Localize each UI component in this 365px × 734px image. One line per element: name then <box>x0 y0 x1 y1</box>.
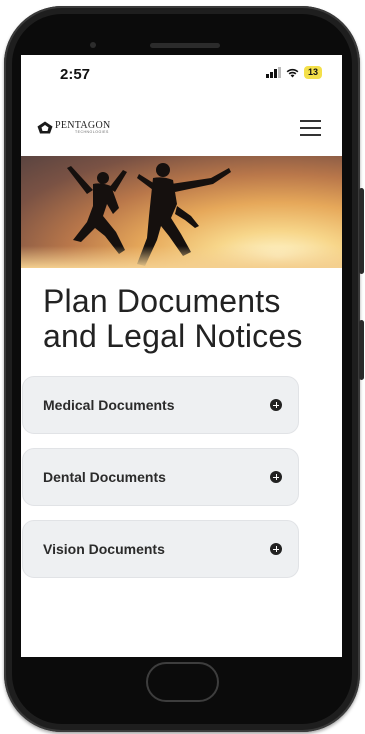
accordion-label: Dental Documents <box>43 469 166 485</box>
documents-accordion: Medical Documents Dental Documents Visio… <box>21 376 342 578</box>
logo-subtitle: TECHNOLOGIES <box>75 130 109 134</box>
hamburger-menu-icon[interactable] <box>300 120 321 136</box>
plus-circle-icon[interactable] <box>270 471 282 483</box>
power-button <box>359 320 364 380</box>
status-time: 2:57 <box>60 66 91 83</box>
accordion-label: Vision Documents <box>43 541 165 557</box>
site-header: PENTAGON TECHNOLOGIES <box>21 93 342 156</box>
accordion-medical-documents[interactable]: Medical Documents <box>22 376 299 434</box>
battery-indicator: 13 <box>303 66 322 79</box>
pentagon-house-icon <box>37 121 53 134</box>
volume-button <box>359 188 364 274</box>
page-title: Plan Documents and Legal Notices <box>43 283 303 354</box>
plus-circle-icon[interactable] <box>270 543 282 555</box>
accordion-label: Medical Documents <box>43 397 175 413</box>
home-button[interactable] <box>146 662 219 702</box>
accordion-dental-documents[interactable]: Dental Documents <box>22 448 299 506</box>
site-logo[interactable]: PENTAGON TECHNOLOGIES <box>37 121 111 135</box>
signal-icon <box>265 67 281 78</box>
status-icons: 13 <box>265 66 322 79</box>
main-content: Plan Documents and Legal Notices Medical… <box>21 268 342 578</box>
accordion-vision-documents[interactable]: Vision Documents <box>22 520 299 578</box>
hero-image <box>21 156 342 268</box>
plus-circle-icon[interactable] <box>270 399 282 411</box>
earpiece-speaker <box>150 43 220 48</box>
front-camera <box>90 42 96 48</box>
status-bar: 2:57 13 <box>21 55 342 93</box>
wifi-icon <box>286 68 299 77</box>
phone-screen: 2:57 13 PENTAGON TECHNOLOGIES Plan Docum… <box>21 55 342 657</box>
